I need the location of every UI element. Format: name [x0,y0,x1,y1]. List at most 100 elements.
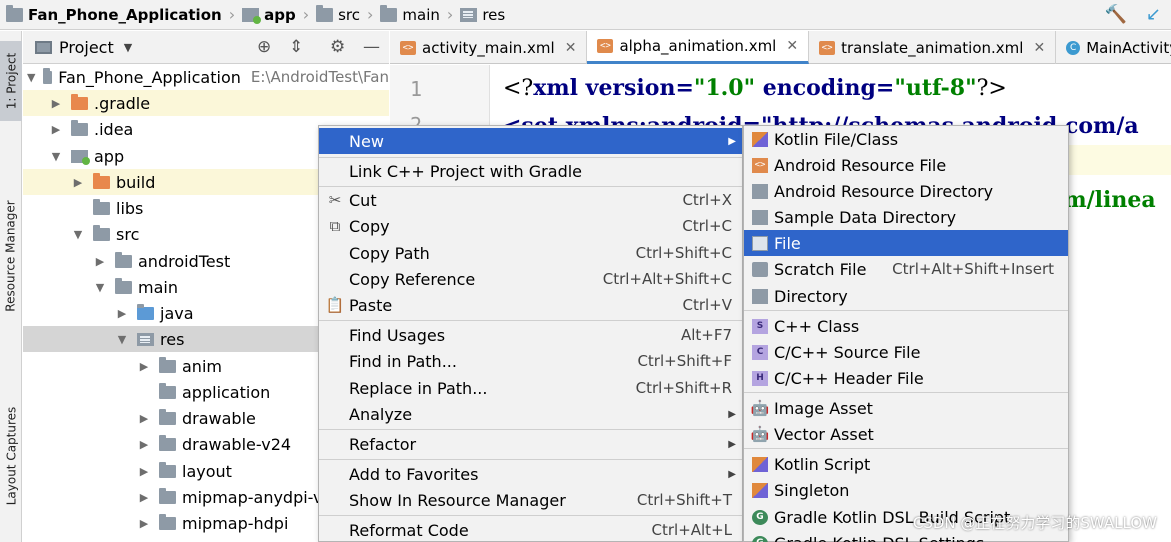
menu-item-copy[interactable]: ⧉ Copy Ctrl+C [319,213,742,239]
project-view-selector[interactable]: Project ▼ [35,38,132,57]
project-folder-icon [43,67,53,84]
folder-icon [316,4,334,22]
submenu-item-singleton[interactable]: Singleton [744,477,1068,503]
expand-arrow-icon[interactable]: ▼ [93,281,107,294]
tool-tab-project[interactable]: 1: Project [0,41,22,121]
copy-icon: ⧉ [329,217,341,235]
menu-item-cut[interactable]: ✂ Cut Ctrl+X [319,187,742,213]
menu-item-copy-reference[interactable]: Copy Reference Ctrl+Alt+Shift+C [319,266,742,292]
tab-activity-main[interactable]: <> activity_main.xml ✕ [390,31,588,64]
expand-arrow-icon[interactable]: ▼ [115,333,129,346]
submenu-arrow-icon: ▶ [728,135,736,147]
kotlin-icon [752,131,768,147]
scratch-icon [752,261,768,277]
kotlin-icon [752,456,768,472]
collapse-arrow-icon[interactable]: ▶ [49,123,63,136]
locate-target-icon[interactable]: ⊕ [257,37,271,57]
folder-icon [71,119,88,136]
expand-arrow-icon[interactable]: ▼ [27,71,35,84]
tree-item-gradle[interactable]: ▶ .gradle [23,90,389,116]
project-view-icon [35,40,52,54]
folder-icon [159,382,176,399]
submenu-item-sample-data-directory[interactable]: Sample Data Directory [744,204,1068,230]
close-icon[interactable]: ✕ [565,40,577,56]
menu-separator [744,448,1068,449]
breadcrumb-separator: › [367,5,374,24]
folder-icon [159,487,176,504]
folder-icon [159,408,176,425]
collapse-arrow-icon[interactable]: ▶ [137,412,151,425]
submenu-arrow-icon: ▶ [728,468,736,480]
tab-translate-animation[interactable]: <> translate_animation.xml ✕ [809,31,1057,64]
resource-folder-icon [137,332,154,346]
submenu-item-android-resource-file[interactable]: <> Android Resource File [744,152,1068,178]
menu-item-refactor[interactable]: Refactor ▶ [319,431,742,457]
collapse-arrow-icon[interactable]: ▶ [115,307,129,320]
module-icon [71,149,90,165]
folder-icon [93,172,110,189]
submenu-item-image-asset[interactable]: 🤖 Image Asset [744,395,1068,421]
resource-folder-icon [460,7,478,22]
submenu-item-directory[interactable]: Directory [744,283,1068,309]
menu-item-analyze[interactable]: Analyze ▶ [319,401,742,427]
breadcrumb-src[interactable]: src [316,4,360,24]
submenu-item-android-resource-directory[interactable]: Android Resource Directory [744,178,1068,204]
breadcrumb-res[interactable]: res [460,6,505,24]
folder-icon [93,224,110,241]
collapse-arrow-icon[interactable]: ▶ [137,517,151,530]
back-arrow-icon[interactable]: ↙ [1146,4,1161,25]
menu-item-replace-in-path[interactable]: Replace in Path... Ctrl+Shift+R [319,375,742,401]
collapse-arrow-icon[interactable]: ▶ [137,360,151,373]
build-hammer-icon[interactable]: 🔨 [1105,4,1127,25]
close-icon[interactable]: ✕ [1033,40,1045,56]
collapse-all-icon[interactable]: ⇕ [289,37,303,57]
collapse-arrow-icon[interactable]: ▶ [71,176,85,189]
breadcrumb-project[interactable]: Fan_Phone_Application [6,4,222,24]
submenu-item-scratch-file[interactable]: Scratch File Ctrl+Alt+Shift+Insert [744,256,1068,282]
menu-item-link-cpp[interactable]: Link C++ Project with Gradle [319,158,742,184]
submenu-item-cpp-header-file[interactable]: H C/C++ Header File [744,365,1068,391]
collapse-arrow-icon[interactable]: ▶ [137,438,151,451]
folder-icon [71,93,88,110]
menu-item-copy-path[interactable]: Copy Path Ctrl+Shift+C [319,240,742,266]
tree-item-root[interactable]: ▼ Fan_Phone_Application E:\AndroidTest\F… [23,64,389,90]
tool-tab-resource-manager[interactable]: Resource Manager [0,191,22,321]
hide-panel-icon[interactable]: — [363,37,380,57]
menu-item-new[interactable]: New ▶ [319,128,742,154]
breadcrumb-separator: › [228,5,236,24]
tab-alpha-animation[interactable]: <> alpha_animation.xml ✕ [587,31,810,64]
tab-main-activity[interactable]: C MainActivity.jav [1056,31,1171,64]
menu-item-find-usages[interactable]: Find Usages Alt+F7 [319,322,742,348]
tool-tab-layout-captures[interactable]: Layout Captures [0,401,22,511]
submenu-item-file[interactable]: File [744,230,1068,256]
collapse-arrow-icon[interactable]: ▶ [137,465,151,478]
menu-item-show-in-resource-manager[interactable]: Show In Resource Manager Ctrl+Shift+T [319,487,742,513]
menu-item-paste[interactable]: 📋 Paste Ctrl+V [319,292,742,318]
breadcrumb-app[interactable]: app [242,6,296,24]
gear-icon[interactable]: ⚙ [330,37,345,57]
file-icon [752,235,768,251]
menu-item-reformat-code[interactable]: Reformat Code Ctrl+Alt+L [319,517,742,542]
paste-icon: 📋 [325,296,345,314]
expand-arrow-icon[interactable]: ▼ [49,150,63,163]
folder-icon [159,434,176,451]
collapse-arrow-icon[interactable]: ▶ [137,491,151,504]
submenu-item-vector-asset[interactable]: 🤖 Vector Asset [744,421,1068,447]
expand-arrow-icon[interactable]: ▼ [71,228,85,241]
menu-separator [744,392,1068,393]
collapse-arrow-icon[interactable]: ▶ [93,255,107,268]
menu-item-add-to-favorites[interactable]: Add to Favorites ▶ [319,461,742,487]
submenu-item-cpp-source-file[interactable]: C C/C++ Source File [744,339,1068,365]
breadcrumb-separator: › [302,5,310,24]
menu-item-find-in-path[interactable]: Find in Path... Ctrl+Shift+F [319,348,742,374]
collapse-arrow-icon[interactable]: ▶ [49,97,63,110]
close-icon[interactable]: ✕ [786,38,798,54]
submenu-item-cpp-class[interactable]: S C++ Class [744,313,1068,339]
submenu-item-kotlin-file[interactable]: Kotlin File/Class [744,126,1068,152]
breadcrumb-main[interactable]: main [380,4,440,24]
chevron-down-icon: ▼ [123,40,133,54]
submenu-item-kotlin-script[interactable]: Kotlin Script [744,451,1068,477]
module-icon [242,7,262,24]
folder-icon [159,513,176,530]
folder-icon [115,277,132,294]
